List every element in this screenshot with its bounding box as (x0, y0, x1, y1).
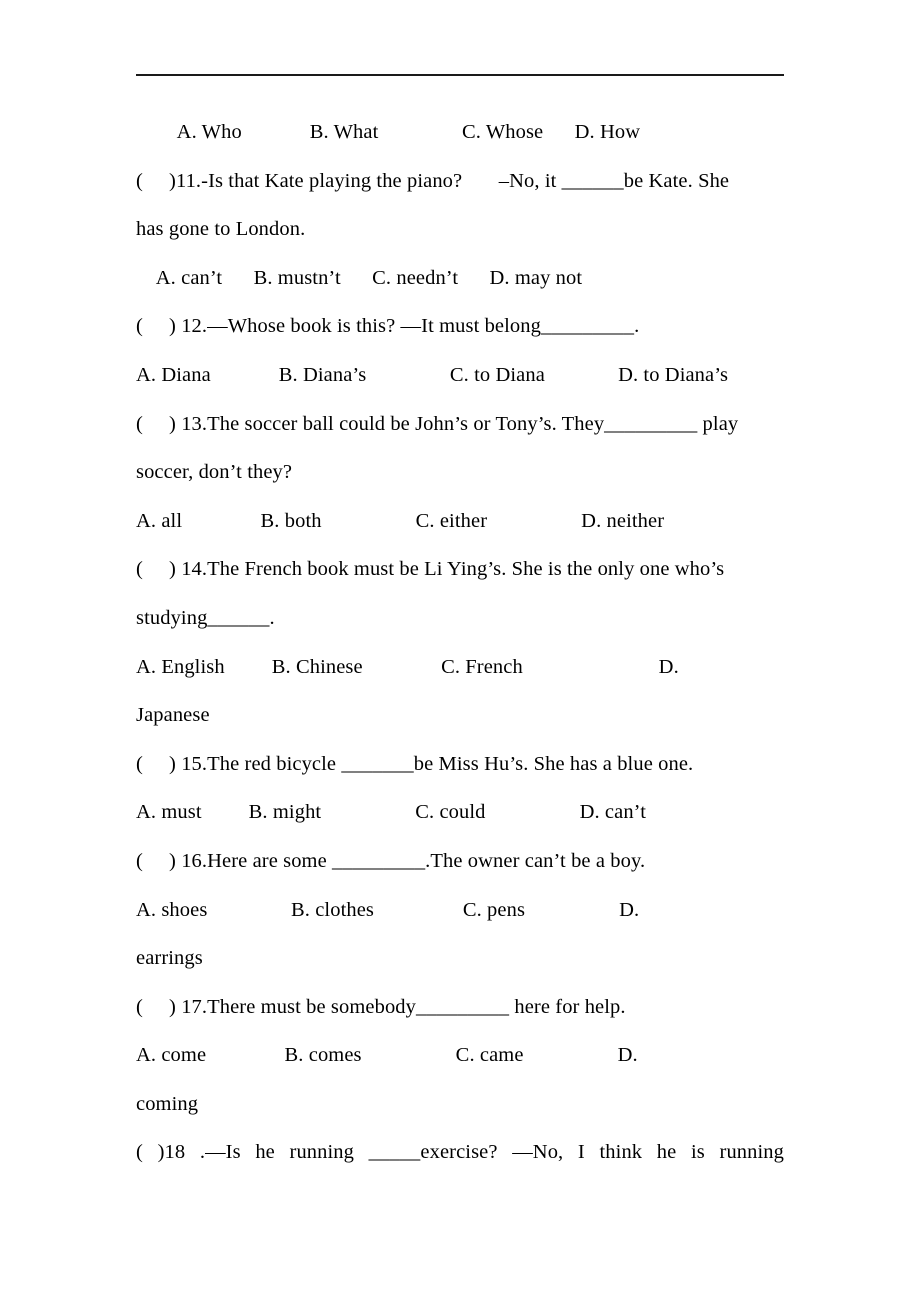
option-row-q16-line2: earrings (136, 947, 203, 970)
option-row-q12: A. Diana B. Diana’s C. to Diana D. to Di… (136, 363, 729, 386)
option-row-q14-line2: Japanese (136, 704, 210, 727)
question-stem-13-line1: ( ) 13.The soccer ball could be John’s o… (136, 412, 739, 435)
option-row-q10: A. Who B. What C. Whose D. How (136, 121, 641, 143)
option-row-q17-line1: A. come B. comes C. came D. (136, 1044, 638, 1067)
worksheet-page: A. Who B. What C. Whose D. How ( )11.-Is… (0, 0, 920, 1302)
question-stem-17: ( ) 17.There must be somebody_________ h… (136, 995, 626, 1018)
question-stem-13-line2: soccer, don’t they? (136, 461, 293, 484)
question-stem-18: ( )18 .—Is he running _____exercise? —No… (136, 1141, 784, 1164)
option-row-q11: A. can’t B. mustn’t C. needn’t D. may no… (136, 266, 583, 289)
question-stem-14-line1: ( ) 14.The French book must be Li Ying’s… (136, 558, 725, 581)
option-row-q17-line2: coming (136, 1092, 199, 1115)
header-divider-rule (136, 74, 784, 76)
question-stem-15: ( ) 15.The red bicycle _______be Miss Hu… (136, 752, 694, 775)
question-stem-16: ( ) 16.Here are some _________.The owner… (136, 849, 646, 872)
question-stem-14-line2: studying______. (136, 606, 275, 629)
question-stem-11-line2: has gone to London. (136, 218, 306, 241)
option-row-q13: A. all B. both C. either D. neither (136, 509, 665, 532)
option-row-q16-line1: A. shoes B. clothes C. pens D. (136, 898, 640, 921)
worksheet-body: A. Who B. What C. Whose D. How ( )11.-Is… (136, 108, 784, 1177)
question-stem-12: ( ) 12.—Whose book is this? —It must bel… (136, 315, 640, 338)
option-row-q14-line1: A. English B. Chinese C. French D. (136, 655, 679, 678)
question-stem-11-line1: ( )11.-Is that Kate playing the piano? –… (136, 169, 730, 192)
option-row-q15: A. must B. might C. could D. can’t (136, 801, 647, 824)
